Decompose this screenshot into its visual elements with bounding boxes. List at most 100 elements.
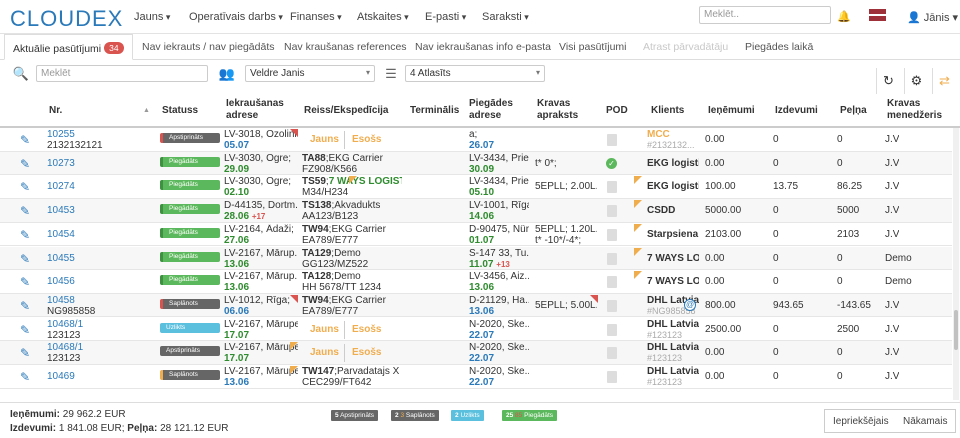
table-row[interactable]: ✎ 10454 Piegādāts LV-2164, Ādaži; 27.06 TW94… <box>0 222 952 247</box>
menu-operativais-darbs[interactable]: Operatīvais darbs <box>189 11 283 23</box>
edit-pencil-icon[interactable]: ✎ <box>20 275 30 289</box>
manager-select[interactable]: Veldre Janis <box>245 65 375 82</box>
next-page-button[interactable]: Nākamais <box>895 409 957 433</box>
tab-nav-iekrauts[interactable]: Nav iekrauts / nav piegādāts <box>142 41 275 53</box>
col-izdevumi[interactable]: Izdevumi <box>775 105 818 117</box>
col-pelna[interactable]: Peļņa <box>840 105 867 117</box>
user-menu[interactable]: 👤 Jānis ▾ <box>907 11 958 24</box>
col-reiss[interactable]: Reiss/Ekspedīcija <box>304 105 389 117</box>
pod-document-icon[interactable] <box>607 347 617 360</box>
status-select[interactable]: 4 Atlasīts <box>405 65 545 82</box>
col-nr[interactable]: Nr. <box>49 105 62 117</box>
trip-existing-pill[interactable]: Esošs <box>352 324 381 335</box>
tab-nav-info-epasta[interactable]: Nav iekraušanas info e-pasta <box>415 41 551 53</box>
order-number[interactable]: 10469 <box>47 371 75 382</box>
pod-document-icon[interactable] <box>607 252 617 265</box>
edit-pencil-icon[interactable]: ✎ <box>20 299 30 313</box>
col-menedzeris[interactable]: Kravas menedžeris <box>887 98 947 122</box>
menu-e-pasti[interactable]: E-pasti <box>425 11 466 23</box>
trip-existing-pill[interactable]: Esošs <box>352 347 381 358</box>
trip-new-pill[interactable]: Jauns <box>310 347 339 358</box>
col-pod[interactable]: POD <box>606 105 628 117</box>
menu-finanses[interactable]: Finanses <box>290 11 342 23</box>
trip-new-pill[interactable]: Jauns <box>310 324 339 335</box>
table-row[interactable]: ✎ 10274 Piegādāts LV-3030, Ogre; 02.10 TS59;… <box>0 175 952 199</box>
scrollbar[interactable] <box>953 128 959 400</box>
email-at-icon[interactable]: @ <box>684 298 696 311</box>
pod-document-icon[interactable] <box>607 205 617 218</box>
table-row[interactable]: ✎ 10469 Saplānots LV-2167, Mārupe; 13.06 TW1… <box>0 365 952 389</box>
prev-page-button[interactable]: Iepriekšējais <box>824 409 898 433</box>
menu-jauns[interactable]: Jauns <box>134 11 170 23</box>
order-number[interactable]: 10455 <box>47 253 75 264</box>
order-number[interactable]: 10274 <box>47 181 75 192</box>
table-row[interactable]: ✎ 10468/1 123123 Apstiprināts LV-2167, Mārup… <box>0 341 952 365</box>
carrier-name: Demo <box>334 271 361 283</box>
pod-document-icon[interactable] <box>607 371 617 383</box>
client-flag-icon <box>634 271 642 280</box>
col-kravas-apraksts[interactable]: Kravas apraksts <box>537 98 592 122</box>
table-row[interactable]: ✎ 10468/1 123123 Uzlikts LV-2167, Mārupe; 17.… <box>0 317 952 342</box>
pod-check-icon[interactable]: ✓ <box>606 157 617 169</box>
table-row[interactable]: ✎ 10453 Piegādāts D-44135, Dortm... 28.06 +1… <box>0 199 952 223</box>
edit-pencil-icon[interactable]: ✎ <box>20 252 30 266</box>
footer-badge-apstiprinats[interactable]: 5 Apstiprināts <box>331 410 379 421</box>
tab-visi[interactable]: Visi pasūtījumi <box>559 41 627 53</box>
order-number[interactable]: 10468/1 <box>47 319 83 330</box>
sort-icon[interactable]: ▲ <box>143 105 150 117</box>
logo[interactable]: CLOUDEX <box>10 6 123 32</box>
tab-nav-krausanas-ref[interactable]: Nav kraušanas references <box>284 41 407 53</box>
pod-document-icon[interactable] <box>607 181 617 194</box>
table-row[interactable]: ✎ 10273 Piegādāts LV-3030, Ogre; 29.09 TA88;… <box>0 151 952 176</box>
edit-pencil-icon[interactable]: ✎ <box>20 157 30 171</box>
search-input[interactable]: Meklēt <box>36 65 208 82</box>
edit-pencil-icon[interactable]: ✎ <box>20 204 30 218</box>
status-badge: Uzlikts <box>160 322 220 333</box>
bell-icon[interactable]: 🔔 <box>837 10 851 23</box>
order-number[interactable]: 10456 <box>47 276 75 287</box>
order-number[interactable]: 10468/1 <box>47 342 83 353</box>
order-number[interactable]: 10458 <box>47 295 75 306</box>
order-number[interactable]: 10454 <box>47 229 75 240</box>
menu-saraksti[interactable]: Saraksti <box>482 11 529 23</box>
edit-pencil-icon[interactable]: ✎ <box>20 180 30 194</box>
col-ienemumi[interactable]: Ieņēmumi <box>708 105 755 117</box>
footer-badge-saplanots[interactable]: 2 3 Saplānots <box>391 410 439 421</box>
order-number[interactable]: 10273 <box>47 158 75 169</box>
edit-pencil-icon[interactable]: ✎ <box>20 228 30 242</box>
menu-atskaites[interactable]: Atskaites <box>357 11 409 23</box>
edit-pencil-icon[interactable]: ✎ <box>20 346 30 360</box>
col-terminalis[interactable]: Terminālis <box>410 105 459 117</box>
language-flag-icon[interactable] <box>869 9 886 21</box>
scrollbar-thumb[interactable] <box>954 310 958 350</box>
table-row[interactable]: ✎ 10458 NG985858 Saplānots LV-1012, Rīga; 06.… <box>0 293 952 318</box>
tab-piegades-laika[interactable]: Piegādes laikā <box>745 41 813 53</box>
order-number[interactable]: 10453 <box>47 205 75 216</box>
delivery-date-cell: 22.07 <box>469 353 494 364</box>
pod-document-icon[interactable] <box>607 276 617 289</box>
col-piegades[interactable]: Piegādes adrese <box>469 98 524 122</box>
table-row[interactable]: ✎ 10455 Piegādāts LV-2167, Mārup... 13.06 TA… <box>0 246 952 270</box>
pod-document-icon[interactable] <box>607 299 617 312</box>
pod-document-icon[interactable] <box>607 228 617 241</box>
order-number[interactable]: 10255 <box>47 129 75 140</box>
footer-badge-piegadats[interactable]: 25 85 Piegādāts <box>502 410 558 421</box>
col-statuss[interactable]: Statuss <box>162 105 198 117</box>
edit-pencil-icon[interactable]: ✎ <box>20 370 30 384</box>
table-row[interactable]: ✎ 10255 2132132121 Apstiprināts LV-3018, Ozo… <box>0 128 952 152</box>
trip-existing-pill[interactable]: Esošs <box>352 134 381 145</box>
trip-new-pill[interactable]: Jauns <box>310 134 339 145</box>
pod-document-icon[interactable] <box>607 323 617 336</box>
footer-badge-uzlikts[interactable]: 2 Uzlikts <box>451 410 484 421</box>
edit-pencil-icon[interactable]: ✎ <box>20 323 30 337</box>
delivery-address: N-2020, Ske... <box>469 342 529 354</box>
pod-document-icon[interactable] <box>607 134 617 146</box>
edit-pencil-icon[interactable]: ✎ <box>20 133 30 147</box>
col-iekrausanas[interactable]: Iekraušanas adrese <box>226 98 296 122</box>
global-search-input[interactable]: Meklēt.. <box>699 6 831 24</box>
tab-aktualie[interactable]: Aktuālie pasūtījumi 34 <box>4 34 133 60</box>
table-row[interactable]: ✎ 10456 Piegādāts LV-2167, Mārup... 13.06 TA… <box>0 270 952 294</box>
col-klients[interactable]: Klients <box>651 105 684 117</box>
status-badge: Piegādāts <box>160 275 220 286</box>
income-summary: Ieņēmumi: 29 962.2 EUR <box>10 409 126 420</box>
